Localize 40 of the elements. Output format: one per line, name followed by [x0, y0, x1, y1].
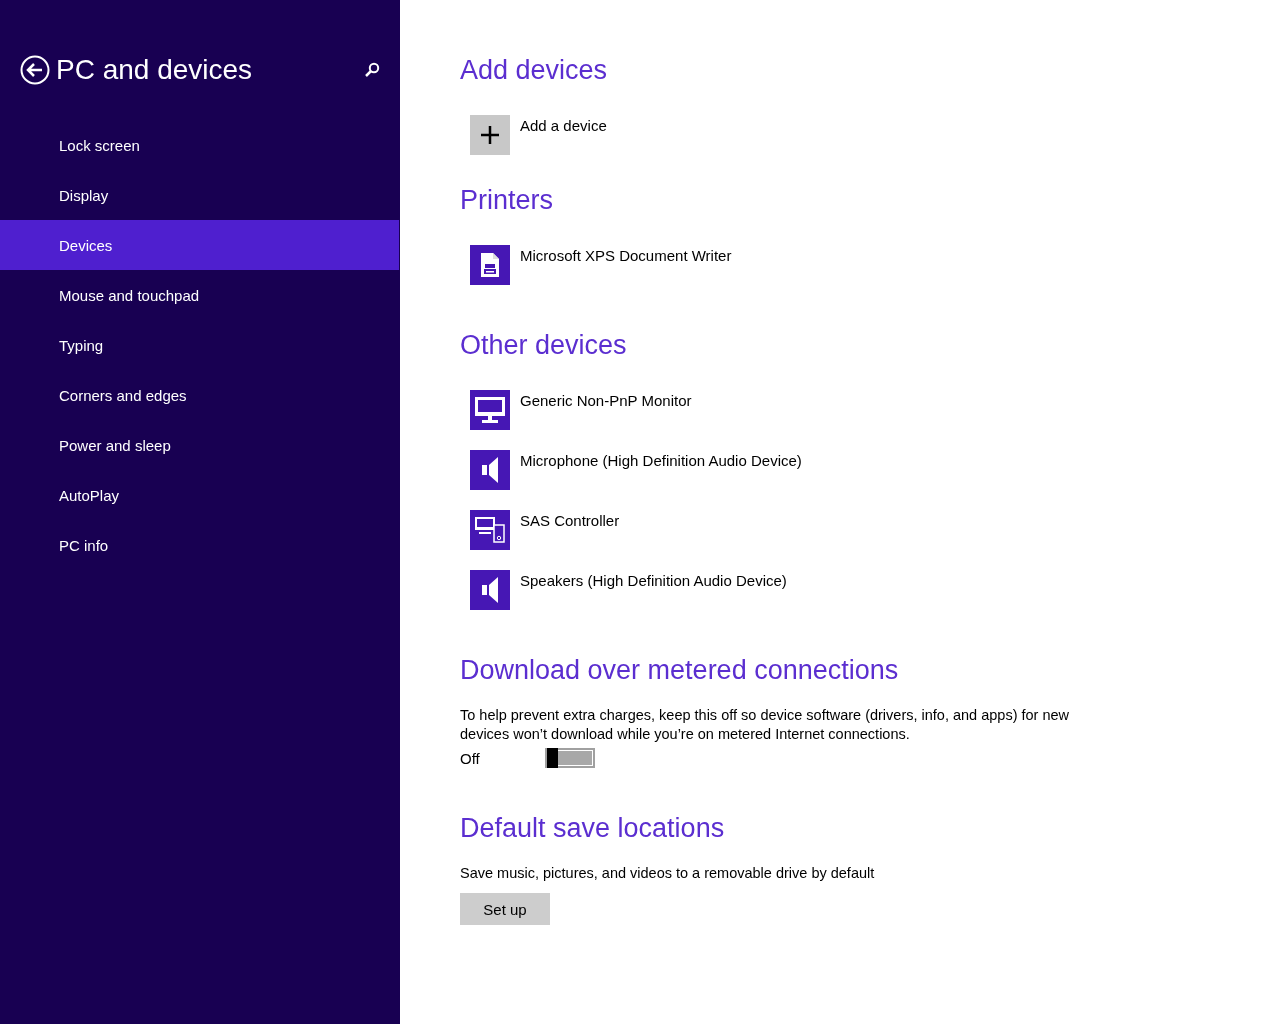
nav-item[interactable]: AutoPlay — [0, 470, 399, 520]
section-heading: Download over metered connections — [460, 654, 900, 687]
device-tile[interactable] — [470, 390, 510, 430]
device-tile[interactable] — [470, 510, 510, 550]
search-icon[interactable] — [364, 62, 380, 78]
device-label[interactable]: SAS Controller — [520, 512, 620, 529]
device-label[interactable]: Add a device — [520, 117, 607, 134]
device-tile[interactable] — [470, 570, 510, 610]
plus-icon — [480, 125, 500, 145]
page-title: PC and devices — [56, 54, 254, 86]
device-label[interactable]: Microsoft XPS Document Writer — [520, 247, 732, 264]
device-label[interactable]: Microphone (High Definition Audio Device) — [520, 452, 802, 469]
section-heading: Add devices — [460, 54, 609, 87]
monitor-icon — [475, 397, 505, 423]
back-icon[interactable] — [20, 55, 50, 85]
toggle-switch[interactable] — [545, 748, 595, 768]
toggle-state-label: Off — [460, 749, 481, 767]
devices-icon — [475, 517, 505, 543]
section-heading: Default save locations — [460, 812, 726, 845]
add-tile[interactable] — [470, 115, 510, 155]
setup-button[interactable]: Set up — [460, 893, 550, 925]
speaker-icon — [482, 577, 498, 603]
nav-item[interactable]: Display — [0, 170, 399, 220]
description: To help prevent extra charges, keep this off so device software (drivers, info, and apps) for new devices won’t download while you’re on metered Internet connections. — [460, 706, 1070, 744]
section-heading: Other devices — [460, 329, 628, 362]
device-tile[interactable] — [470, 245, 510, 285]
nav-item[interactable]: Mouse and touchpad — [0, 270, 399, 320]
nav-item[interactable]: Power and sleep — [0, 420, 399, 470]
description: Save music, pictures, and videos to a removable drive by default — [460, 864, 876, 883]
nav-item[interactable]: Devices — [0, 220, 399, 270]
speaker-icon — [482, 457, 498, 483]
printer-icon — [480, 252, 500, 278]
section-heading: Printers — [460, 184, 555, 217]
nav-item[interactable]: Corners and edges — [0, 370, 399, 420]
nav-item[interactable]: Lock screen — [0, 120, 399, 170]
device-label[interactable]: Generic Non-PnP Monitor — [520, 392, 692, 409]
nav-item[interactable]: PC info — [0, 520, 399, 570]
device-label[interactable]: Speakers (High Definition Audio Device) — [520, 572, 787, 589]
nav-item[interactable]: Typing — [0, 320, 399, 370]
device-tile[interactable] — [470, 450, 510, 490]
